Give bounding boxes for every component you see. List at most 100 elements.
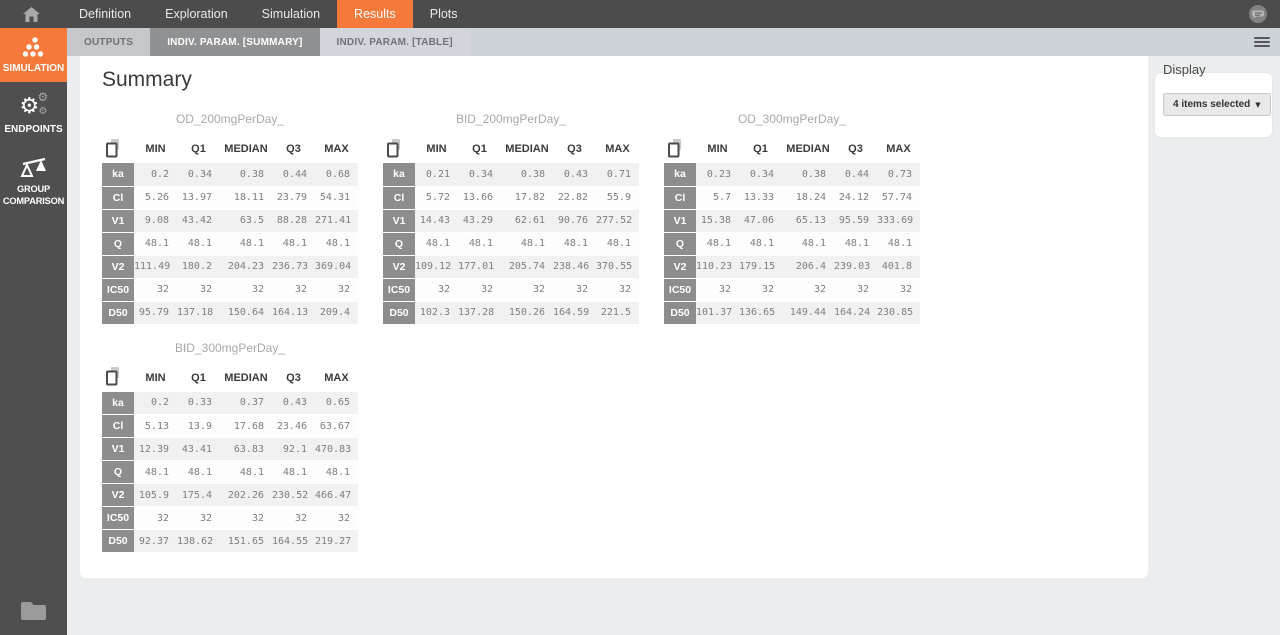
row-label: ka xyxy=(102,392,134,415)
value-cell: 48.1 xyxy=(272,461,315,484)
table-row: IC503232323232 xyxy=(102,507,358,530)
nav-item-simulation[interactable]: Simulation xyxy=(245,0,337,28)
chevron-down-icon: ▼ xyxy=(1255,101,1260,109)
value-cell: 206.4 xyxy=(782,255,834,278)
row-label: Q xyxy=(383,232,415,255)
row-label: V2 xyxy=(102,255,134,278)
table-row: Q48.148.148.148.148.1 xyxy=(664,232,920,255)
row-label: IC50 xyxy=(102,278,134,301)
nav-item-results[interactable]: Results xyxy=(337,0,413,28)
value-cell: 48.1 xyxy=(501,232,553,255)
value-cell: 32 xyxy=(834,278,877,301)
value-cell: 164.24 xyxy=(834,301,877,324)
column-header: MIN xyxy=(696,135,739,163)
value-cell: 32 xyxy=(553,278,596,301)
value-cell: 48.1 xyxy=(458,232,501,255)
value-cell: 48.1 xyxy=(134,461,177,484)
table-row: Cl5.713.3318.2424.1257.74 xyxy=(664,186,920,209)
copy-table-button[interactable] xyxy=(383,135,415,163)
value-cell: 277.52 xyxy=(596,209,639,232)
row-label: D50 xyxy=(102,301,134,324)
summary-panel: Summary OD_200mgPerDay_ MINQ1MEDIANQ3MAX… xyxy=(80,56,1148,578)
table-row: IC503232323232 xyxy=(664,278,920,301)
value-cell: 0.34 xyxy=(177,163,220,186)
copy-table-button[interactable] xyxy=(664,135,696,163)
nav-item-definition[interactable]: Definition xyxy=(62,0,148,28)
column-header: MIN xyxy=(134,135,177,163)
value-cell: 14.43 xyxy=(415,209,458,232)
sidebar-item-endpoints[interactable]: ⚙⚙⚙ ENDPOINTS xyxy=(0,89,67,141)
sidebar-item-group-comparison[interactable]: GROUP COMPARISON xyxy=(0,149,67,211)
value-cell: 151.65 xyxy=(220,530,272,553)
value-cell: 32 xyxy=(220,278,272,301)
hamburger-icon[interactable] xyxy=(1254,35,1270,49)
display-panel-title: Display xyxy=(1163,62,1206,77)
table-row: V19.0843.4263.588.28271.41 xyxy=(102,209,358,232)
items-selected-dropdown[interactable]: 4 items selected ▼ xyxy=(1163,93,1271,116)
value-cell: 23.79 xyxy=(272,186,315,209)
copy-table-button[interactable] xyxy=(102,135,134,163)
table-row: ka0.20.340.380.440.68 xyxy=(102,163,358,186)
value-cell: 164.59 xyxy=(553,301,596,324)
value-cell: 48.1 xyxy=(315,461,358,484)
column-header: Q1 xyxy=(458,135,501,163)
copy-icon xyxy=(104,138,121,158)
nav-item-plots[interactable]: Plots xyxy=(413,0,475,28)
value-cell: 137.28 xyxy=(458,301,501,324)
value-cell: 90.76 xyxy=(553,209,596,232)
value-cell: 48.1 xyxy=(220,232,272,255)
value-cell: 105.9 xyxy=(134,484,177,507)
value-cell: 0.21 xyxy=(415,163,458,186)
copy-icon xyxy=(385,138,402,158)
nav-item-exploration[interactable]: Exploration xyxy=(148,0,245,28)
value-cell: 333.69 xyxy=(877,209,920,232)
value-cell: 48.1 xyxy=(596,232,639,255)
value-cell: 0.65 xyxy=(315,392,358,415)
value-cell: 32 xyxy=(177,278,220,301)
value-cell: 109.12 xyxy=(415,255,458,278)
value-cell: 95.79 xyxy=(134,301,177,324)
value-cell: 32 xyxy=(315,507,358,530)
copy-table-button[interactable] xyxy=(102,364,134,392)
value-cell: 32 xyxy=(272,278,315,301)
value-cell: 0.71 xyxy=(596,163,639,186)
row-label: Q xyxy=(102,232,134,255)
value-cell: 62.61 xyxy=(501,209,553,232)
tab-indiv-param-table[interactable]: INDIV. PARAM. [TABLE] xyxy=(320,28,470,56)
value-cell: 43.41 xyxy=(177,438,220,461)
value-cell: 32 xyxy=(177,507,220,530)
value-cell: 65.13 xyxy=(782,209,834,232)
column-header: MAX xyxy=(315,364,358,392)
value-cell: 13.9 xyxy=(177,415,220,438)
sidebar-item-simulation[interactable]: SIMULATION xyxy=(0,28,67,82)
value-cell: 0.38 xyxy=(220,163,272,186)
table-row: V2110.23179.15206.4239.03401.8 xyxy=(664,255,920,278)
row-label: ka xyxy=(102,163,134,186)
value-cell: 32 xyxy=(596,278,639,301)
param-table-title: BID_200mgPerDay_ xyxy=(383,112,639,126)
value-cell: 48.1 xyxy=(877,232,920,255)
value-cell: 219.27 xyxy=(315,530,358,553)
tab-outputs[interactable]: OUTPUTS xyxy=(67,28,150,56)
sidebar-item-label: ENDPOINTS xyxy=(4,124,62,136)
value-cell: 164.13 xyxy=(272,301,315,324)
chat-bubble-icon[interactable] xyxy=(1248,4,1268,24)
value-cell: 470.83 xyxy=(315,438,358,461)
value-cell: 48.1 xyxy=(220,461,272,484)
table-row: Q48.148.148.148.148.1 xyxy=(102,232,358,255)
column-header: MAX xyxy=(596,135,639,163)
tab-indiv-param-summary[interactable]: INDIV. PARAM. [SUMMARY] xyxy=(150,28,319,56)
value-cell: 101.37 xyxy=(696,301,739,324)
value-cell: 102.3 xyxy=(415,301,458,324)
param-table-title: OD_300mgPerDay_ xyxy=(664,112,920,126)
home-button[interactable] xyxy=(0,0,62,28)
copy-icon xyxy=(104,366,121,386)
table-row: Cl5.1313.917.6823.4663.67 xyxy=(102,415,358,438)
value-cell: 149.44 xyxy=(782,301,834,324)
value-cell: 13.97 xyxy=(177,186,220,209)
value-cell: 55.9 xyxy=(596,186,639,209)
value-cell: 32 xyxy=(415,278,458,301)
value-cell: 18.24 xyxy=(782,186,834,209)
project-folder-button[interactable] xyxy=(0,600,67,621)
value-cell: 48.1 xyxy=(272,232,315,255)
